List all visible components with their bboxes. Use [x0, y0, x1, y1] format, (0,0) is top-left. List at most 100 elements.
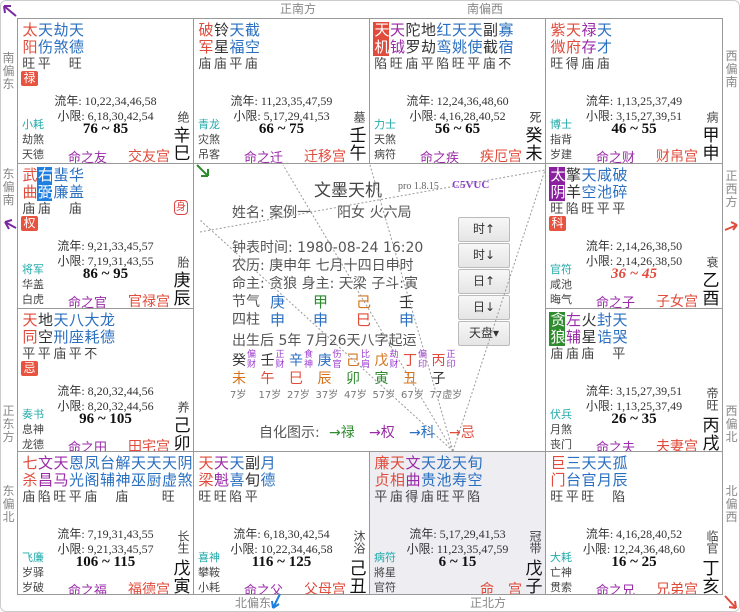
palace-cell[interactable]: 太阳旺天伤平劫煞 天德旺禄流年: 10,22,34,46,58 小限: 6,18,3… — [17, 18, 194, 164]
star[interactable]: 台辅 — [98, 455, 116, 506]
star[interactable]: 封诰 — [595, 312, 613, 363]
palace-cell[interactable]: 廉贞平天相庙文曲得天贵庙龙池旺天寿平旬空陷流年: 5,17,29,41,53 小限… — [369, 451, 546, 595]
palace-name[interactable]: 子女宫 — [656, 291, 698, 308]
star[interactable]: 八座平 — [67, 312, 85, 363]
star[interactable]: 天德旺 — [67, 22, 85, 73]
star[interactable]: 天机陷 — [373, 22, 391, 73]
star[interactable]: 寡宿不 — [497, 22, 515, 73]
star[interactable]: 天月 — [595, 455, 613, 506]
star[interactable]: 地劫平 — [419, 22, 437, 73]
star[interactable]: 劫煞 — [52, 22, 70, 73]
palace-cell[interactable]: 紫微旺天府得禄存庙天才庙流年: 1,13,25,37,49 小限: 3,15,27… — [545, 18, 723, 164]
star[interactable]: 紫微旺 — [549, 22, 567, 73]
star[interactable]: 天刑庙 — [52, 312, 70, 363]
palace-name[interactable]: 交友宫 — [128, 146, 170, 163]
palace-cell[interactable]: 天梁旺天魁旺天喜陷副旬平月德 流年: 6,18,30,42,54 小限: 10,22… — [193, 451, 370, 595]
ganzhi-stem: 己 — [349, 559, 367, 579]
star[interactable]: 天使平 — [466, 22, 484, 73]
star[interactable]: 天同平 — [21, 312, 39, 363]
star[interactable]: 截空庙 — [243, 22, 261, 73]
star[interactable]: 阴煞 — [176, 455, 194, 506]
star[interactable]: 天贵庙 — [419, 455, 437, 506]
star[interactable]: 天马旺 — [52, 455, 70, 506]
star[interactable]: 太阴旺 — [549, 167, 567, 218]
star[interactable]: 恩光平 — [67, 455, 85, 506]
dayun-pillar[interactable]: 丙子正印 77虚岁 — [430, 350, 472, 401]
palace-cell[interactable]: 天机陷天钺旺陀罗庙地劫平红鸾陷天姚旺天使平副截庙寡宿不流年: 12,24,36,… — [369, 18, 546, 164]
star[interactable]: 武曲庙 — [21, 167, 39, 218]
chart-nav-button[interactable]: 天盘▾ — [458, 321, 510, 346]
palace-name[interactable]: 官禄宫 — [128, 291, 170, 308]
star[interactable]: 蜚廉 — [52, 167, 70, 218]
palace-cell[interactable]: 贪狼庙左辅庙火星庙封诰 天哭平流年: 3,15,27,39,51 小限: 1,13,… — [545, 308, 723, 452]
star[interactable]: 破军庙 — [197, 22, 215, 73]
star[interactable]: 太阳旺 — [21, 22, 39, 73]
star[interactable]: 咸池平 — [595, 167, 613, 218]
palace-name[interactable]: 财帛宫 — [656, 146, 698, 163]
star[interactable]: 孤辰陷 — [611, 455, 629, 506]
star[interactable]: 天巫 — [129, 455, 147, 506]
star[interactable]: 天福平 — [228, 22, 246, 73]
star[interactable]: 龙池旺 — [435, 455, 453, 506]
star[interactable]: 天哭平 — [611, 312, 629, 363]
palace-cell[interactable]: 破军庙铃星庙天福平截空庙流年: 11,23,35,47,59 小限: 5,17,2… — [193, 18, 370, 164]
palace-cell[interactable]: 七杀庙文昌陷天马旺恩光平凤阁庙台辅解神庙天巫天厨天虚旺阴煞年解庙流年: 7,19… — [17, 451, 194, 595]
palace-name[interactable]: 兄弟宫 — [656, 579, 698, 594]
star[interactable]: 旬空陷 — [466, 455, 484, 506]
palace-name[interactable]: 田宅宫 — [128, 436, 170, 451]
star[interactable]: 火星庙 — [580, 312, 598, 363]
star[interactable]: 天姚旺 — [450, 22, 468, 73]
star[interactable]: 右弼庙 — [36, 167, 54, 218]
chart-nav-button[interactable]: 日↑ — [458, 269, 510, 294]
star[interactable]: 天虚旺 — [160, 455, 178, 506]
palace-cell[interactable]: 天同平地空平天刑庙八座平大耗不龙德忌流年: 8,20,32,44,56 小限: 8… — [17, 308, 194, 452]
star[interactable]: 凤阁庙 — [83, 455, 101, 506]
palace-name[interactable]: 福德宫 — [128, 579, 170, 594]
palace-cell[interactable]: 武曲庙右弼庙蜚廉 华盖庙权身流年: 9,21,33,45,57 小限: 7,19,3… — [17, 163, 194, 309]
star[interactable]: 擎羊陷 — [564, 167, 582, 218]
star[interactable]: 副旬平 — [243, 455, 261, 506]
star[interactable]: 地空平 — [36, 312, 54, 363]
chart-nav-button[interactable]: 日↓ — [458, 295, 510, 320]
palace-name[interactable]: 命 宫 — [480, 579, 522, 594]
star[interactable]: 陀罗庙 — [404, 22, 422, 73]
star[interactable]: 华盖庙 — [67, 167, 85, 218]
star[interactable]: 天寿平 — [450, 455, 468, 506]
star[interactable]: 左辅庙 — [564, 312, 582, 363]
star[interactable]: 铃星庙 — [212, 22, 230, 73]
palace-name[interactable]: 疾厄宫 — [480, 146, 522, 163]
star[interactable]: 破碎平 — [611, 167, 629, 218]
star[interactable]: 天伤平 — [36, 22, 54, 73]
star[interactable]: 天空旺 — [580, 167, 598, 218]
star[interactable]: 天相庙 — [388, 455, 406, 506]
star[interactable]: 三台平 — [564, 455, 582, 506]
star[interactable]: 天钺旺 — [388, 22, 406, 73]
palace-name[interactable]: 迁移宫 — [304, 146, 346, 163]
star[interactable]: 副截庙 — [481, 22, 499, 73]
palace-name[interactable]: 父母宫 — [304, 579, 346, 594]
star[interactable]: 天才庙 — [595, 22, 613, 73]
star[interactable]: 龙德 — [98, 312, 116, 363]
star[interactable]: 七杀庙 — [21, 455, 39, 506]
star[interactable]: 大耗不 — [83, 312, 101, 363]
star[interactable]: 天梁旺 — [197, 455, 215, 506]
palace-name[interactable]: 夫妻宫 — [656, 436, 698, 451]
chart-nav-button[interactable]: 时↓ — [458, 243, 510, 268]
star[interactable]: 巨门旺 — [549, 455, 567, 506]
star[interactable]: 文曲得 — [404, 455, 422, 506]
palace-cell[interactable]: 太阴旺擎羊陷天空旺咸池平破碎平科流年: 2,14,26,38,50 小限: 2,1… — [545, 163, 723, 309]
star[interactable]: 禄存庙 — [580, 22, 598, 73]
star[interactable]: 天官旺 — [580, 455, 598, 506]
star[interactable]: 天府得 — [564, 22, 582, 73]
star[interactable]: 月德 — [259, 455, 277, 506]
chart-nav-button[interactable]: 时↑ — [458, 217, 510, 242]
star[interactable]: 天喜陷 — [228, 455, 246, 506]
star[interactable]: 文昌陷 — [36, 455, 54, 506]
star[interactable]: 贪狼庙 — [549, 312, 567, 363]
star[interactable]: 天魁旺 — [212, 455, 230, 506]
star[interactable]: 解神庙 — [114, 455, 132, 506]
palace-cell[interactable]: 巨门旺三台平天官旺天月 孤辰陷流年: 4,16,28,40,52 小限: 12,24… — [545, 451, 723, 595]
star[interactable]: 天厨 — [145, 455, 163, 506]
star[interactable]: 红鸾陷 — [435, 22, 453, 73]
star[interactable]: 廉贞平 — [373, 455, 391, 506]
